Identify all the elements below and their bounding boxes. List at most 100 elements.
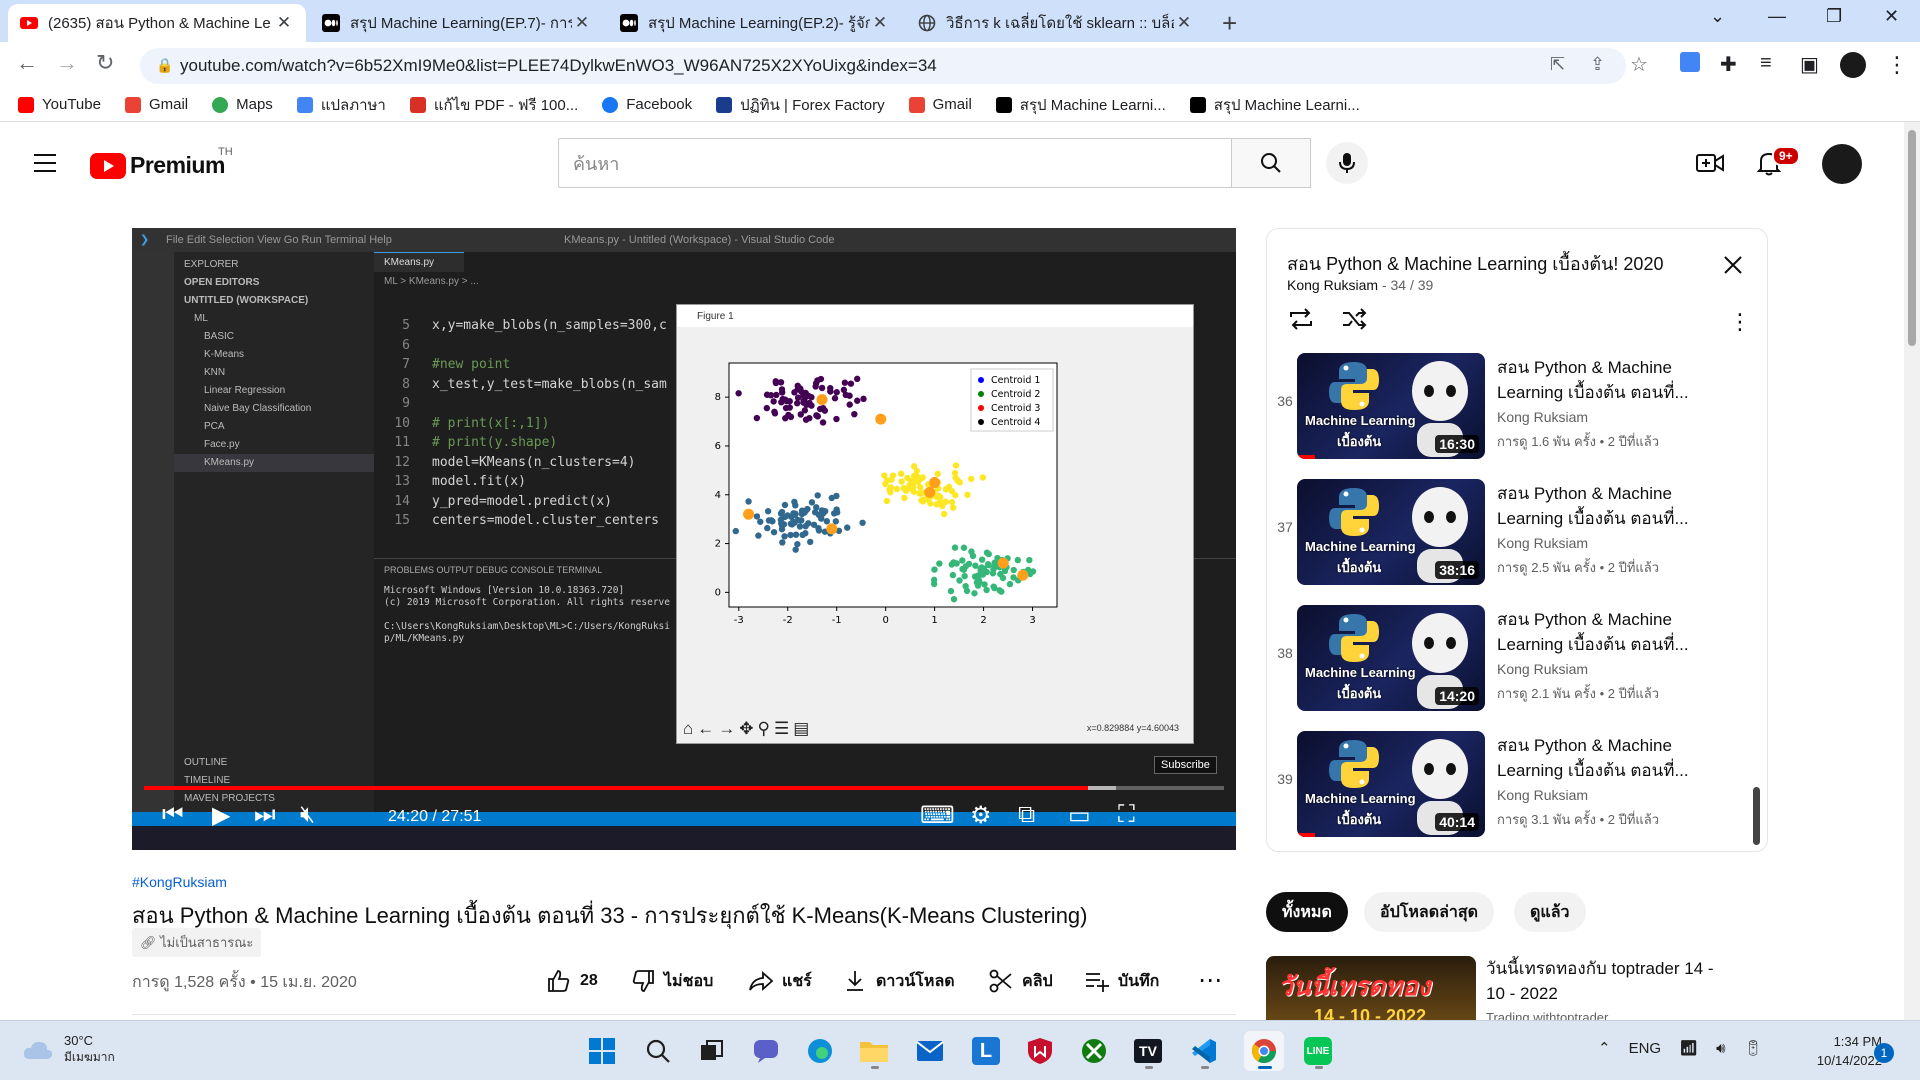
like-button[interactable]: 28 bbox=[546, 968, 598, 994]
share-button[interactable]: แชร์ bbox=[748, 968, 812, 994]
bookmark-medium-2[interactable]: สรุป Machine Learni... bbox=[1189, 93, 1360, 117]
address-bar[interactable]: 🔒 youtube.com/watch?v=6b52XmI9Me0&list=P… bbox=[140, 48, 1626, 84]
close-tab-icon[interactable]: ✕ bbox=[870, 13, 890, 33]
video-thumbnail[interactable]: Machine Learning เบื้องต้น 38:16 bbox=[1297, 479, 1485, 585]
loop-playlist-button[interactable] bbox=[1287, 307, 1315, 336]
edge-browser-button[interactable] bbox=[800, 1031, 840, 1071]
chrome-menu-icon[interactable]: ⋮ bbox=[1886, 52, 1908, 78]
video-thumbnail[interactable]: Machine Learning เบื้องต้น 14:20 bbox=[1297, 605, 1485, 711]
fullscreen-icon[interactable]: ⛶ bbox=[1118, 801, 1135, 829]
task-view-button[interactable] bbox=[692, 1031, 732, 1071]
bookmark-gmail[interactable]: Gmail bbox=[124, 96, 188, 113]
search-button[interactable] bbox=[1231, 138, 1311, 188]
mail-button[interactable] bbox=[910, 1031, 950, 1071]
download-button[interactable]: ดาวน์โหลด bbox=[842, 968, 955, 994]
open-in-app-icon[interactable]: ⇱ bbox=[1550, 54, 1565, 75]
scrollbar-thumb[interactable] bbox=[1908, 130, 1916, 346]
bookmark-youtube[interactable]: YouTube bbox=[18, 96, 101, 113]
chip-recently-uploaded[interactable]: อัปโหลดล่าสุด bbox=[1364, 892, 1495, 932]
tab-search-chevron-icon[interactable]: ⌄ bbox=[1710, 6, 1725, 27]
clip-button[interactable]: คลิป bbox=[988, 968, 1053, 994]
bookmark-pdf[interactable]: แก้ไข PDF - ฟรี 100... bbox=[409, 93, 578, 117]
share-icon[interactable]: ⇪ bbox=[1590, 54, 1605, 75]
subscribe-watermark[interactable]: Subscribe bbox=[1154, 756, 1217, 774]
minimize-icon[interactable]: — bbox=[1768, 6, 1786, 27]
forward-arrow-icon[interactable]: → bbox=[56, 50, 78, 76]
recommended-thumbnail[interactable]: วันนี้เทรดทอง 14 - 10 - 2022 bbox=[1266, 956, 1476, 1026]
miniplayer-icon[interactable]: ⌨ bbox=[920, 801, 955, 830]
start-menu-button[interactable] bbox=[582, 1031, 622, 1071]
bookmark-star-icon[interactable]: ☆ bbox=[1630, 52, 1648, 77]
close-tab-icon[interactable]: ✕ bbox=[274, 13, 294, 33]
bookmark-facebook[interactable]: Facebook bbox=[602, 96, 692, 113]
playlist-item-title[interactable]: สอน Python & Machine Learning เบื้องต้น … bbox=[1497, 355, 1707, 405]
tradingview-button[interactable]: TV bbox=[1128, 1031, 1168, 1071]
dislike-button[interactable]: ไม่ชอบ bbox=[630, 968, 713, 994]
browser-tab-ml-ep2[interactable]: สรุป Machine Learning(EP.2)- รู้จัก ✕ bbox=[608, 4, 902, 42]
playlist-item[interactable]: 37 Machine Learning เบื้องต้น 38:16 สอน … bbox=[1267, 475, 1747, 595]
close-tab-icon[interactable]: ✕ bbox=[572, 13, 592, 33]
playlist-more-icon[interactable]: ⋮ bbox=[1729, 309, 1751, 335]
voice-search-button[interactable] bbox=[1326, 142, 1368, 184]
close-window-icon[interactable]: ✕ bbox=[1884, 6, 1899, 27]
video-thumbnail[interactable]: Machine Learning เบื้องต้น 40:14 bbox=[1297, 731, 1485, 837]
line-l-app-button[interactable]: L bbox=[966, 1031, 1006, 1071]
xbox-button[interactable] bbox=[1074, 1031, 1114, 1071]
bookmark-gmail-2[interactable]: Gmail bbox=[908, 96, 972, 113]
chip-all[interactable]: ทั้งหมด bbox=[1266, 892, 1348, 932]
recommended-title[interactable]: วันนี้เทรดทองกับ toptrader 14 - 10 - 202… bbox=[1486, 956, 1726, 1006]
file-explorer-button[interactable] bbox=[854, 1031, 894, 1071]
picture-in-picture-icon[interactable]: ⧉ bbox=[1018, 801, 1035, 829]
settings-gear-icon[interactable]: ⚙ bbox=[970, 801, 992, 830]
youtube-premium-logo[interactable]: Premium TH bbox=[90, 146, 233, 179]
translate-extension-icon[interactable] bbox=[1680, 52, 1700, 78]
teams-chat-button[interactable] bbox=[746, 1031, 786, 1071]
next-video-icon[interactable]: ⏭ bbox=[254, 801, 276, 829]
bookmark-maps[interactable]: Maps bbox=[212, 96, 273, 113]
profile-avatar[interactable] bbox=[1840, 52, 1866, 84]
video-hashtag[interactable]: #KongRuksiam bbox=[132, 874, 227, 890]
create-video-button[interactable] bbox=[1696, 152, 1724, 179]
new-tab-plus-icon[interactable]: + bbox=[1222, 8, 1237, 39]
browser-tab-ml-ep7[interactable]: สรุป Machine Learning(EP.7)- การ ✕ bbox=[310, 4, 604, 42]
search-input[interactable]: ค้นหา bbox=[558, 138, 1232, 188]
video-thumbnail[interactable]: Machine Learning เบื้องต้น 16:30 bbox=[1297, 353, 1485, 459]
progress-bar[interactable] bbox=[144, 786, 1224, 790]
notification-center-badge[interactable]: 1 bbox=[1874, 1043, 1894, 1063]
bookmark-translate[interactable]: แปลภาษา bbox=[296, 93, 386, 117]
bookmark-forex-factory[interactable]: ปฏิทิน | Forex Factory bbox=[716, 93, 885, 117]
playlist-scrollbar[interactable] bbox=[1753, 787, 1760, 845]
mcafee-button[interactable] bbox=[1020, 1031, 1060, 1071]
playlist-item-title[interactable]: สอน Python & Machine Learning เบื้องต้น … bbox=[1497, 607, 1707, 657]
media-control-icon[interactable]: ≡ bbox=[1760, 52, 1772, 75]
search-taskbar-button[interactable] bbox=[638, 1031, 678, 1071]
line-messenger-button[interactable]: LINE bbox=[1298, 1031, 1338, 1071]
theater-mode-icon[interactable]: ▭ bbox=[1068, 801, 1091, 830]
side-panel-icon[interactable]: ▣ bbox=[1800, 52, 1819, 77]
taskbar-clock[interactable]: 1:34 PM 10/14/2022 bbox=[1792, 1032, 1882, 1070]
close-playlist-button[interactable] bbox=[1723, 255, 1743, 280]
playlist-item[interactable]: 38 Machine Learning เบื้องต้น 14:20 สอน … bbox=[1267, 601, 1747, 721]
shuffle-playlist-button[interactable] bbox=[1341, 307, 1369, 336]
playlist-channel[interactable]: Kong Ruksiam bbox=[1287, 277, 1378, 293]
playlist-item-title[interactable]: สอน Python & Machine Learning เบื้องต้น … bbox=[1497, 733, 1707, 783]
account-avatar[interactable] bbox=[1822, 144, 1862, 184]
previous-video-icon[interactable]: ⏮ bbox=[162, 801, 184, 829]
extensions-puzzle-icon[interactable]: ✚ bbox=[1720, 52, 1737, 77]
video-player[interactable]: ❯ File Edit Selection View Go Run Termin… bbox=[132, 228, 1236, 850]
volume-icon[interactable]: 🔊︎ bbox=[1716, 1040, 1725, 1057]
close-tab-icon[interactable]: ✕ bbox=[1174, 13, 1194, 33]
maximize-icon[interactable]: ❐ bbox=[1826, 6, 1842, 27]
page-scrollbar[interactable] bbox=[1904, 122, 1920, 1020]
bookmark-medium-1[interactable]: สรุป Machine Learni... bbox=[995, 93, 1166, 117]
save-to-playlist-button[interactable]: บันทึก bbox=[1084, 968, 1159, 994]
battery-icon[interactable]: 🔋︎ bbox=[1744, 1039, 1763, 1057]
chrome-button[interactable] bbox=[1244, 1031, 1284, 1071]
back-arrow-icon[interactable]: ← bbox=[16, 50, 38, 76]
reload-icon[interactable]: ↻ bbox=[96, 50, 114, 76]
playlist-title[interactable]: สอน Python & Machine Learning เบื้องต้น!… bbox=[1287, 249, 1663, 278]
browser-tab-youtube[interactable]: (2635) สอน Python & Machine Le ✕ bbox=[8, 4, 306, 42]
play-icon[interactable]: ▶ bbox=[212, 801, 230, 830]
input-language[interactable]: ENG bbox=[1629, 1040, 1662, 1057]
hamburger-menu-icon[interactable] bbox=[34, 154, 56, 172]
